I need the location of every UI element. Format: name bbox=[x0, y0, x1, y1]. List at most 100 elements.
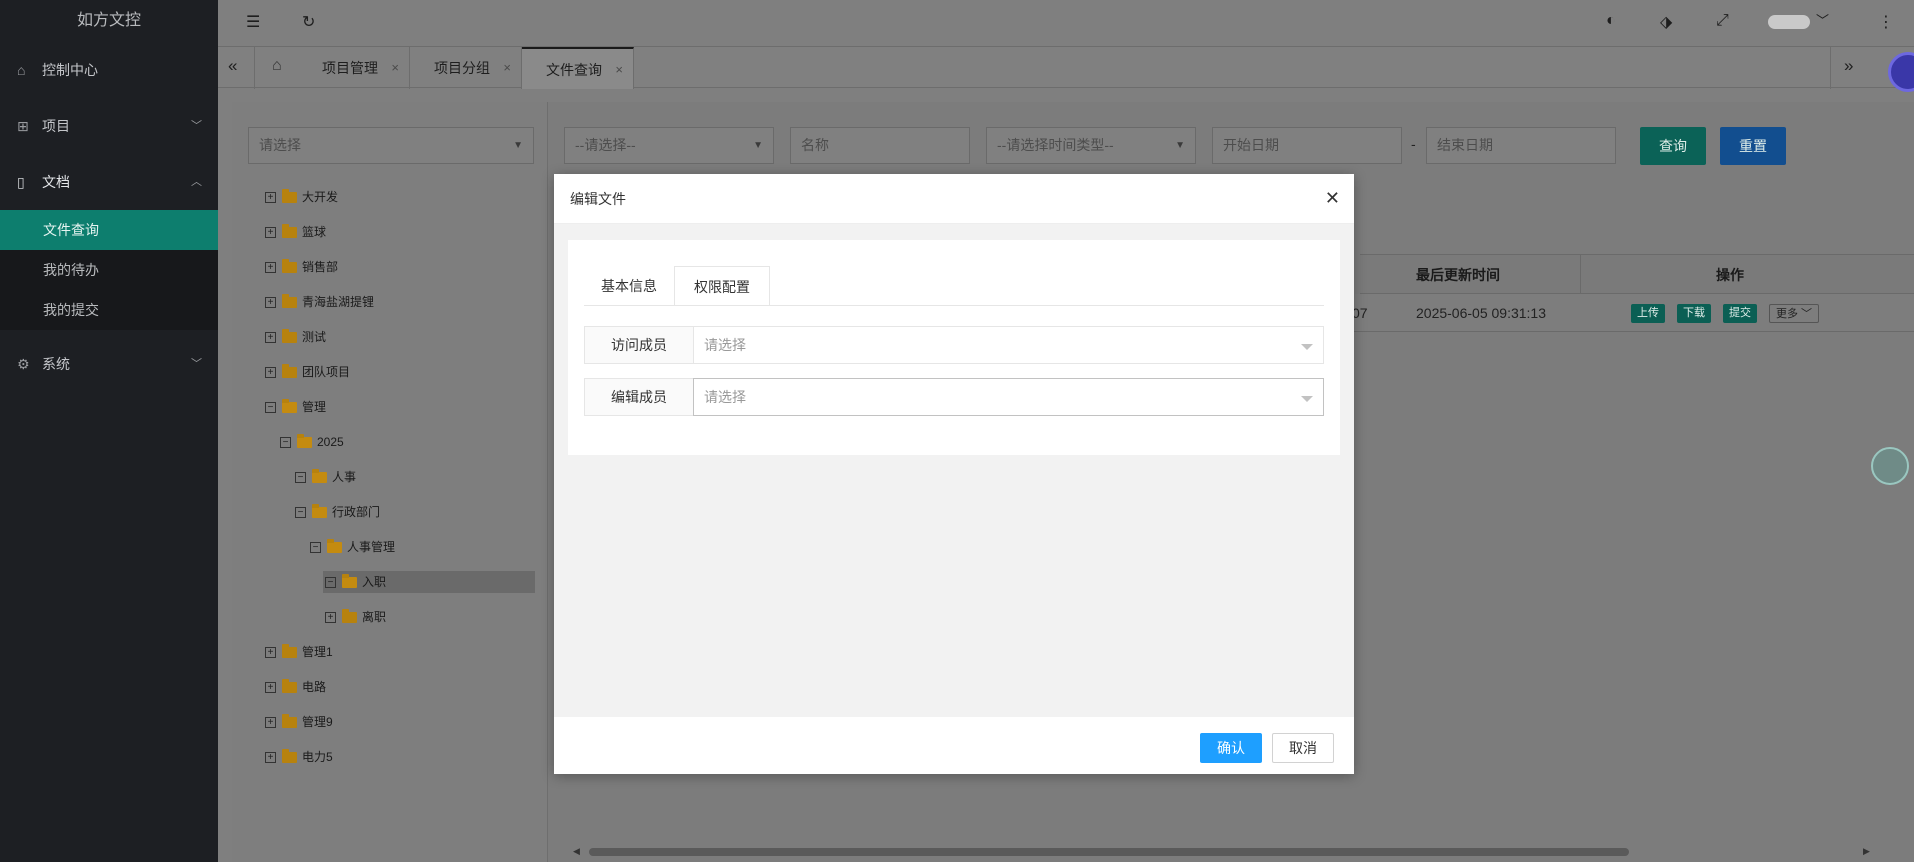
close-icon[interactable]: × bbox=[503, 47, 511, 89]
scroll-left-arrow-icon[interactable]: ◀ bbox=[573, 846, 580, 857]
sidebar-item-system[interactable]: ⚙ 系统 ﹀ bbox=[0, 336, 218, 392]
expand-toggle-icon[interactable]: + bbox=[265, 752, 276, 764]
tree-node[interactable]: + 电路 bbox=[265, 676, 326, 698]
time-type-select[interactable]: --请选择时间类型-- ▼ bbox=[986, 127, 1196, 164]
tree-node[interactable]: + 管理1 bbox=[265, 641, 333, 663]
fullscreen-icon[interactable]: ⤢ bbox=[1716, 12, 1729, 30]
sidebar-item-dashboard[interactable]: ⌂ 控制中心 bbox=[0, 42, 218, 98]
dropdown-caret-icon bbox=[1301, 344, 1313, 350]
expand-toggle-icon[interactable]: + bbox=[265, 262, 276, 274]
expand-toggle-icon[interactable]: + bbox=[265, 192, 276, 204]
tree-node[interactable]: − 入职 bbox=[323, 571, 535, 593]
expand-toggle-icon[interactable]: + bbox=[265, 332, 276, 344]
name-placeholder: 名称 bbox=[801, 137, 829, 153]
folder-open-icon bbox=[297, 434, 312, 449]
close-icon[interactable]: ✕ bbox=[1325, 188, 1340, 208]
scroll-right-icon[interactable]: » bbox=[1844, 56, 1853, 76]
tree-node-label: 测试 bbox=[302, 330, 327, 344]
tree-node[interactable]: + 青海盐湖提锂 bbox=[265, 291, 374, 313]
sidebar-subitem-file-query[interactable]: 文件查询 bbox=[0, 210, 218, 250]
tree-node-label: 大开发 bbox=[302, 190, 339, 204]
tree-node[interactable]: + 大开发 bbox=[265, 186, 338, 208]
expand-toggle-icon[interactable]: + bbox=[265, 297, 276, 309]
expand-toggle-icon[interactable]: + bbox=[325, 612, 336, 624]
query-button[interactable]: 查询 bbox=[1640, 127, 1706, 165]
folder-icon bbox=[342, 609, 357, 624]
home-tab-icon[interactable]: ⌂ bbox=[272, 57, 282, 75]
tree-node[interactable]: + 离职 bbox=[325, 606, 386, 628]
menu-collapse-icon[interactable]: ☰ bbox=[246, 12, 260, 32]
category-placeholder: --请选择-- bbox=[575, 137, 636, 153]
tab-project-management[interactable]: 项目管理 × bbox=[298, 47, 410, 89]
more-vertical-icon[interactable]: ⋮ bbox=[1878, 12, 1894, 32]
folder-icon bbox=[282, 259, 297, 274]
upload-button[interactable]: 上传 bbox=[1631, 304, 1665, 323]
tab-project-group[interactable]: 项目分组 × bbox=[410, 47, 522, 89]
sidebar-subitem-todo[interactable]: 我的待办 bbox=[0, 250, 218, 290]
more-dropdown-button[interactable]: 更多 ﹀ bbox=[1769, 304, 1820, 323]
sidebar-item-label: 项目 bbox=[42, 118, 70, 134]
tree-node[interactable]: + 测试 bbox=[265, 326, 326, 348]
access-members-select[interactable]: 请选择 bbox=[693, 326, 1324, 364]
collapse-toggle-icon[interactable]: − bbox=[295, 472, 306, 484]
end-date-input[interactable]: 结束日期 bbox=[1426, 127, 1616, 164]
sidebar-subitem-submitted[interactable]: 我的提交 bbox=[0, 290, 218, 330]
tree-node[interactable]: − 人事 bbox=[295, 466, 356, 488]
close-icon[interactable]: × bbox=[391, 47, 399, 89]
close-icon[interactable]: × bbox=[615, 49, 623, 91]
scrollbar-thumb[interactable] bbox=[589, 848, 1629, 856]
tree-node[interactable]: − 人事管理 bbox=[310, 536, 395, 558]
expand-toggle-icon[interactable]: + bbox=[265, 682, 276, 694]
tree-node[interactable]: + 团队项目 bbox=[265, 361, 350, 383]
scroll-left-icon[interactable]: « bbox=[228, 56, 237, 76]
avatar[interactable] bbox=[1768, 15, 1810, 29]
scroll-right-arrow-icon[interactable]: ▶ bbox=[1863, 846, 1870, 857]
tab-file-query[interactable]: 文件查询 × bbox=[522, 47, 634, 89]
collapse-toggle-icon[interactable]: − bbox=[325, 577, 336, 589]
helper-float-icon[interactable] bbox=[1871, 447, 1909, 485]
tree-select[interactable]: 请选择 ▼ bbox=[248, 127, 534, 164]
category-select[interactable]: --请选择-- ▼ bbox=[564, 127, 774, 164]
tree-node-label: 人事 bbox=[332, 470, 357, 484]
tree-node-label: 人事管理 bbox=[347, 540, 396, 554]
tab-basic-info[interactable]: 基本信息 bbox=[584, 266, 674, 306]
palette-icon[interactable]: ◐ bbox=[1606, 12, 1616, 30]
tab-permission-config[interactable]: 权限配置 bbox=[674, 266, 770, 306]
cancel-button[interactable]: 取消 bbox=[1272, 733, 1334, 763]
edit-members-select[interactable]: 请选择 bbox=[693, 378, 1324, 416]
collapse-toggle-icon[interactable]: − bbox=[280, 437, 291, 449]
table-row[interactable]: 07 2025-06-05 09:31:13 上传 下载 提交 更多 ﹀ bbox=[1340, 294, 1914, 332]
tree-node[interactable]: + 销售部 bbox=[265, 256, 338, 278]
name-input[interactable]: 名称 bbox=[790, 127, 970, 164]
reset-button[interactable]: 重置 bbox=[1720, 127, 1786, 165]
refresh-icon[interactable]: ↻ bbox=[302, 12, 315, 32]
collapse-toggle-icon[interactable]: − bbox=[265, 402, 276, 414]
expand-toggle-icon[interactable]: + bbox=[265, 647, 276, 659]
sidebar-item-documents[interactable]: ▯ 文档 ︿ bbox=[0, 154, 218, 210]
time-type-placeholder: --请选择时间类型-- bbox=[997, 137, 1114, 153]
confirm-button[interactable]: 确认 bbox=[1200, 733, 1262, 763]
download-button[interactable]: 下载 bbox=[1677, 304, 1711, 323]
expand-toggle-icon[interactable]: + bbox=[265, 717, 276, 729]
tab-label: 项目分组 bbox=[434, 60, 490, 76]
tree-node-label: 团队项目 bbox=[302, 365, 351, 379]
tree-node[interactable]: − 行政部门 bbox=[295, 501, 380, 523]
expand-toggle-icon[interactable]: + bbox=[265, 227, 276, 239]
collapse-toggle-icon[interactable]: − bbox=[295, 507, 306, 519]
tree-node-label: 离职 bbox=[362, 610, 387, 624]
tree-node[interactable]: + 管理9 bbox=[265, 711, 333, 733]
tree-node[interactable]: + 篮球 bbox=[265, 221, 326, 243]
more-label: 更多 bbox=[1776, 308, 1798, 320]
horizontal-scrollbar[interactable]: ◀ ▶ bbox=[573, 846, 1870, 857]
top-header: ☰ ↻ ◐ ⬗ ⤢ ﹀ ⋮ bbox=[218, 0, 1914, 46]
submit-button[interactable]: 提交 bbox=[1723, 304, 1757, 323]
expand-toggle-icon[interactable]: + bbox=[265, 367, 276, 379]
chevron-down-icon[interactable]: ﹀ bbox=[1816, 10, 1829, 29]
start-date-input[interactable]: 开始日期 bbox=[1212, 127, 1402, 164]
sidebar-item-project[interactable]: ⊞ 项目 ﹀ bbox=[0, 98, 218, 154]
collapse-toggle-icon[interactable]: − bbox=[310, 542, 321, 554]
tree-node[interactable]: + 电力5 bbox=[265, 746, 333, 768]
tag-icon[interactable]: ⬗ bbox=[1660, 12, 1672, 32]
tree-node[interactable]: − 管理 bbox=[265, 396, 326, 418]
tree-node[interactable]: − 2025 bbox=[280, 431, 344, 453]
